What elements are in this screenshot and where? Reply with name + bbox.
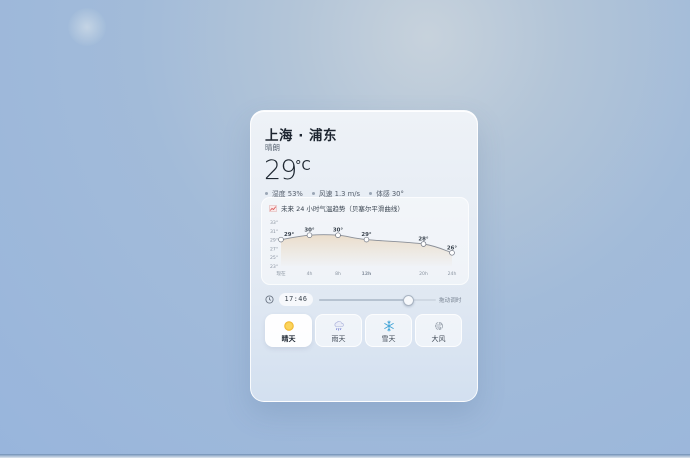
y-tick-label: 29° <box>270 238 278 244</box>
bullet-dot-icon <box>311 191 315 195</box>
weather-type-buttons: 晴天 雨天 雪天 大风 <box>265 314 462 347</box>
y-tick-label: 23° <box>270 264 278 270</box>
data-point-label: 26° <box>447 245 458 251</box>
snowy-button[interactable]: 雪天 <box>365 314 412 347</box>
data-point-label: 30° <box>304 228 315 234</box>
temperature-chart-panel: 未来 24 小时气温趋势（贝塞尔平滑曲线） 33° 31° 29° 27° 25° 23°… <box>261 197 469 285</box>
bullet-dot-icon <box>369 191 373 195</box>
y-tick-label: 25° <box>270 255 278 261</box>
snowflake-icon <box>384 320 394 332</box>
time-slider-fill <box>319 299 408 301</box>
data-point-label: 28° <box>418 237 429 243</box>
rain-icon <box>334 321 344 331</box>
sunny-button[interactable]: 晴天 <box>265 314 312 347</box>
y-tick-label: 27° <box>270 246 278 252</box>
sunny-label: 晴天 <box>281 335 296 343</box>
background-blur-blob <box>68 8 106 46</box>
rainy-button[interactable]: 雨天 <box>315 314 362 347</box>
wind-icon <box>435 322 443 330</box>
time-control-row: 17:46 拖动调时 <box>265 293 465 307</box>
x-tick-label: 现在 <box>276 270 286 277</box>
drag-hint-text: 拖动调时 <box>439 298 462 304</box>
y-tick-label: 33° <box>270 220 278 226</box>
current-temperature: 29 <box>264 155 297 186</box>
clock-icon <box>265 295 274 304</box>
windy-button[interactable]: 大风 <box>415 314 462 347</box>
weather-card: 上海 · 浦东 晴朗 29 °C 湿度 53% 风速 1.3 m/s 体感 30… <box>250 110 478 402</box>
x-tick-label: 8h <box>335 271 341 277</box>
time-slider-thumb[interactable] <box>402 295 414 306</box>
data-point-label: 29° <box>361 232 372 238</box>
x-tick-label: 20h <box>419 271 428 277</box>
temperature-line-chart: 33° 31° 29° 27° 25° 23° 29° 30° 30° 29° 28° 26° 现在 4h… <box>270 220 458 277</box>
data-point-label: 30° <box>333 228 344 234</box>
windy-label: 大风 <box>431 335 446 343</box>
bottom-edge-bar <box>0 454 690 458</box>
snowy-label: 雪天 <box>381 335 396 343</box>
bullet-dot-icon <box>265 191 268 195</box>
y-tick-label: 31° <box>270 229 278 235</box>
sun-icon <box>284 321 294 331</box>
x-tick-label: 4h <box>307 271 313 277</box>
weather-condition: 晴朗 <box>265 143 280 152</box>
city-name: 上海 · 浦东 <box>265 128 338 144</box>
time-slider[interactable] <box>319 299 436 301</box>
data-point-label: 29° <box>284 232 295 238</box>
data-point <box>278 236 284 243</box>
x-tick-label: 12h <box>362 271 372 277</box>
time-display: 17:46 <box>279 293 313 306</box>
x-tick-label: 24h <box>448 271 457 277</box>
temperature-unit: °C <box>295 159 311 174</box>
rainy-label: 雨天 <box>331 335 346 343</box>
